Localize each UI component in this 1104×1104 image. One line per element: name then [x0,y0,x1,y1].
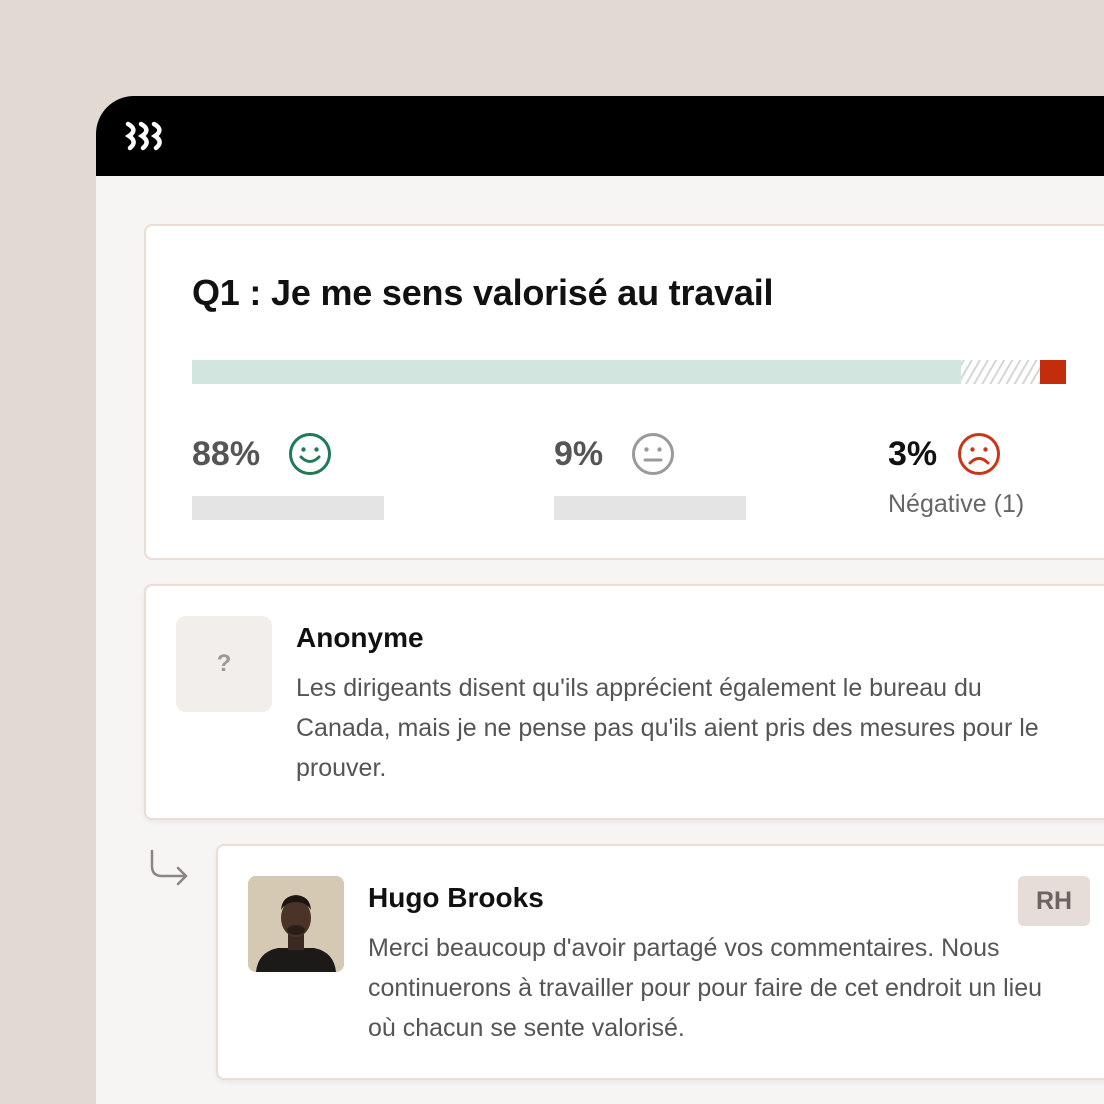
frown-icon [957,432,1001,476]
user-avatar-photo [248,876,344,972]
negative-stat: 3% Négative (1) [888,430,1024,519]
comment-author: Anonyme [296,622,424,653]
neutral-segment[interactable] [961,360,1040,384]
positive-stat: 88% [192,430,384,520]
reply-arrow-icon [150,849,188,886]
sentiment-distribution-bar [192,360,1066,384]
positive-segment[interactable] [192,360,962,384]
negative-segment[interactable] [1039,360,1066,384]
neutral-percent: 9% [554,434,604,473]
negative-percent: 3% [888,434,938,473]
neutral-label-placeholder [554,496,746,520]
anonymous-avatar: ? [176,616,272,712]
reply-author: Hugo Brooks [368,882,544,913]
question-title: Q1 : Je me sens valorisé au travail [192,272,774,313]
role-badge: RH [1018,876,1090,926]
positive-percent: 88% [192,434,261,473]
neutral-face-icon [631,432,675,476]
reply-text: Merci beaucoup d'avoir partagé vos comme… [368,934,1043,1042]
positive-label-placeholder [192,496,384,520]
comment-text: Les dirigeants disent qu'ils apprécient … [296,674,1039,782]
smile-icon [288,432,332,476]
reply-card: Hugo Brooks RH Merci beaucoup d'avoir pa… [216,844,1104,1080]
question-card: Q1 : Je me sens valorisé au travail 88% [144,224,1104,560]
neutral-stat: 9% [554,430,746,520]
negative-count-label[interactable]: Négative (1) [888,490,1024,519]
comment-card: ? Anonyme Les dirigeants disent qu'ils a… [144,584,1104,820]
avatar-question-mark: ? [216,650,232,677]
